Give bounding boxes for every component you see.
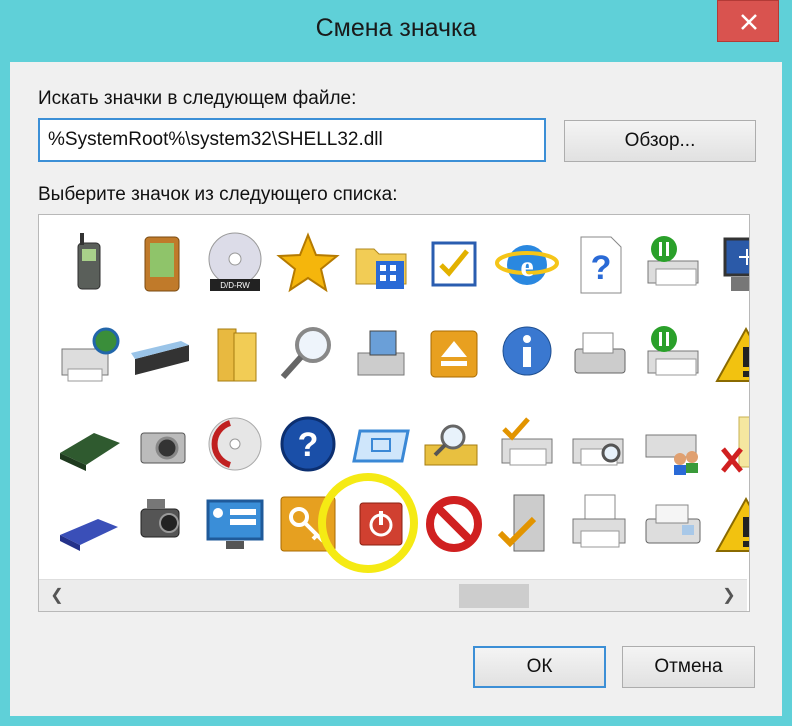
icon-list-label: Выберите значок из следующего списка: — [38, 184, 398, 205]
folder-search-icon[interactable] — [419, 409, 489, 479]
browse-button[interactable]: Обзор... — [564, 120, 756, 162]
scanner-camera-icon[interactable] — [346, 319, 416, 389]
svg-text:?: ? — [298, 426, 319, 464]
document-delete-icon[interactable] — [711, 409, 749, 479]
title-bar[interactable]: Смена значка — [0, 0, 792, 62]
computer-icon[interactable] — [711, 229, 749, 299]
close-icon — [741, 14, 757, 30]
printer-search-icon[interactable] — [565, 409, 635, 479]
help-circle-icon[interactable]: ? — [273, 409, 343, 479]
dvd-rw-icon[interactable]: D/D-RW — [200, 229, 270, 299]
warning-icon[interactable] — [711, 489, 749, 559]
svg-text:e: e — [520, 250, 533, 283]
change-icon-dialog: Смена значка Искать значки в следующем ф… — [0, 0, 792, 726]
info-bubble-icon[interactable] — [492, 319, 562, 389]
help-document-icon[interactable]: ? — [565, 229, 635, 299]
scanner-icon[interactable] — [127, 319, 197, 389]
selection-highlight — [318, 473, 418, 573]
network-screen-icon[interactable] — [200, 489, 270, 559]
screen-icon[interactable] — [346, 409, 416, 479]
disc-icon[interactable] — [200, 409, 270, 479]
printer-pause-icon[interactable] — [638, 229, 708, 299]
mobile-phone-icon[interactable] — [54, 229, 124, 299]
icon-list[interactable]: D/D-RW e?? ❮ ❯ — [38, 214, 750, 612]
scrollbar-thumb[interactable] — [459, 584, 529, 608]
printer-check-icon[interactable] — [492, 409, 562, 479]
drive-icon[interactable] — [54, 409, 124, 479]
window-title: Смена значка — [315, 14, 477, 42]
ok-button[interactable]: ОК — [473, 646, 606, 688]
svg-text:?: ? — [591, 249, 612, 287]
chevron-left-icon[interactable]: ❮ — [47, 586, 67, 606]
network-printer-icon[interactable] — [54, 319, 124, 389]
folder-icon[interactable] — [200, 319, 270, 389]
printer-pause-icon[interactable] — [638, 319, 708, 389]
pda-icon[interactable] — [127, 229, 197, 299]
fax-icon[interactable] — [565, 319, 635, 389]
no-entry-icon[interactable] — [419, 489, 489, 559]
file-label: Искать значки в следующем файле: — [38, 88, 357, 109]
floppy-icon[interactable] — [54, 489, 124, 559]
eject-icon[interactable] — [419, 319, 489, 389]
file-path-input[interactable] — [38, 118, 546, 162]
folder-apps-icon[interactable] — [346, 229, 416, 299]
video-camera-icon[interactable] — [127, 489, 197, 559]
internet-explorer-icon[interactable]: e — [492, 229, 562, 299]
close-button[interactable] — [717, 0, 779, 42]
star-icon[interactable] — [273, 229, 343, 299]
dialog-body: Искать значки в следующем файле: Обзор..… — [10, 62, 782, 716]
magnifier-icon[interactable] — [273, 319, 343, 389]
fax-machine-icon[interactable] — [638, 489, 708, 559]
server-check-icon[interactable] — [492, 489, 562, 559]
printer-document-icon[interactable] — [565, 489, 635, 559]
checklist-icon[interactable] — [419, 229, 489, 299]
svg-text:D/D-RW: D/D-RW — [220, 281, 250, 290]
chevron-right-icon[interactable]: ❯ — [719, 586, 739, 606]
cancel-button[interactable]: Отмена — [622, 646, 755, 688]
printer-users-icon[interactable] — [638, 409, 708, 479]
camera-icon[interactable] — [127, 409, 197, 479]
horizontal-scrollbar[interactable]: ❮ ❯ — [39, 579, 747, 611]
warning-icon[interactable] — [711, 319, 749, 389]
